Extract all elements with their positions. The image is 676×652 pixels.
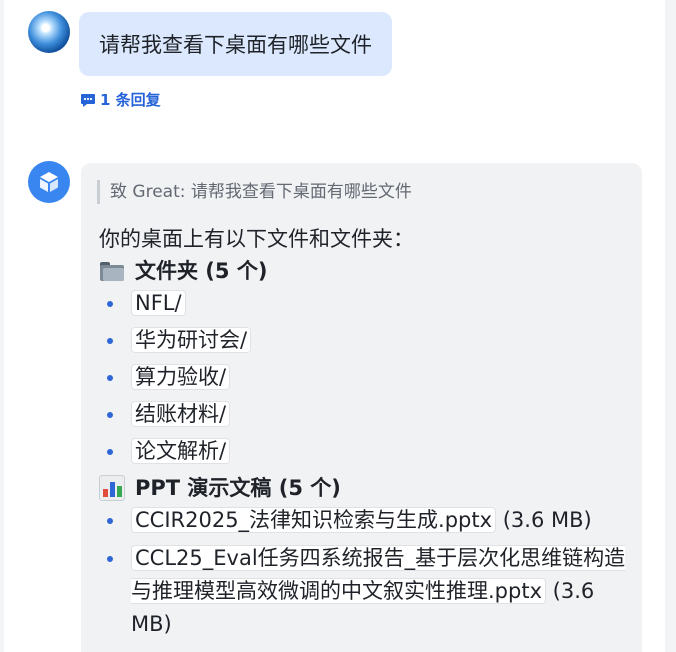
ppt-heading: PPT 演示文稿 (5 个): [99, 472, 629, 504]
user-avatar[interactable]: [28, 11, 70, 53]
reply-count-label: 1 条回复: [100, 91, 161, 109]
list-item: 华为研讨会/: [99, 324, 629, 356]
bar-chart-emoji-icon: [99, 475, 125, 501]
list-item: NFL/: [99, 287, 629, 319]
ppt-heading-label: PPT 演示文稿 (5 个): [135, 476, 341, 500]
file-name-code: CCIR2025_法律知识检索与生成.pptx: [131, 507, 497, 533]
folders-heading-label: 文件夹 (5 个): [135, 259, 268, 283]
file-size: (3.6 MB): [496, 508, 592, 532]
list-item: 论文解析/: [99, 435, 629, 467]
cube-icon: [40, 172, 58, 192]
bot-avatar[interactable]: [28, 161, 70, 203]
chat-panel: 请帮我查看下桌面有哪些文件 1 条回复 致 Great: 请帮我查看下桌面有哪些…: [4, 0, 665, 652]
ppt-list: CCIR2025_法律知识检索与生成.pptx (3.6 MB) CCL25_E…: [99, 504, 629, 641]
list-item: CCIR2025_法律知识检索与生成.pptx (3.6 MB): [99, 504, 629, 537]
intro-text: 你的桌面上有以下文件和文件夹：: [99, 227, 414, 251]
folder-list: NFL/ 华为研讨会/ 算力验收/ 结账材料/ 论文解析/: [99, 287, 629, 467]
bot-message-card: 致 Great: 请帮我查看下桌面有哪些文件 你的桌面上有以下文件和文件夹： 文…: [81, 163, 642, 652]
folder-name-code: 论文解析/: [131, 438, 231, 464]
folders-heading: 文件夹 (5 个): [99, 255, 629, 287]
reply-thread-link[interactable]: 1 条回复: [80, 89, 161, 110]
folder-emoji-icon: [99, 261, 125, 281]
list-item: CCL25_Eval任务四系统报告_基于层次化思维链构造与推理模型高效微调的中文…: [99, 542, 629, 641]
bot-message-content: 你的桌面上有以下文件和文件夹： 文件夹 (5 个) NFL/ 华为研讨会/ 算力…: [99, 223, 629, 646]
comment-icon: [81, 93, 95, 107]
list-item: 结账材料/: [99, 398, 629, 430]
user-message-text: 请帮我查看下桌面有哪些文件: [99, 33, 372, 57]
list-item: 算力验收/: [99, 361, 629, 393]
folder-name-code: NFL/: [131, 290, 186, 316]
folder-name-code: 算力验收/: [131, 364, 231, 390]
user-message-bubble: 请帮我查看下桌面有哪些文件: [79, 12, 392, 76]
folder-name-code: 华为研讨会/: [131, 327, 252, 353]
folder-name-code: 结账材料/: [131, 401, 231, 427]
quoted-message: 致 Great: 请帮我查看下桌面有哪些文件: [97, 180, 412, 204]
